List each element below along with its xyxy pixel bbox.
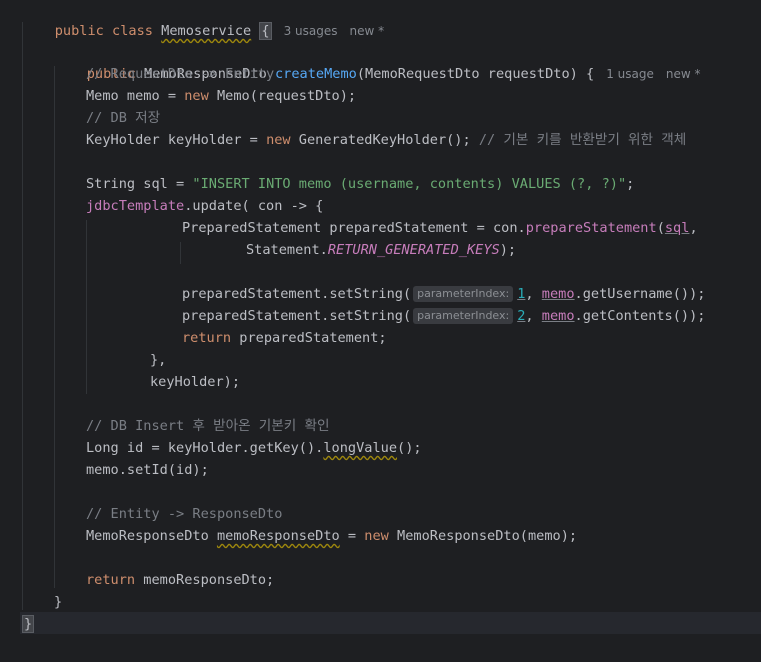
code-text: ); [499,242,517,258]
code-text: ( [656,220,665,236]
captured-variable: memo [541,286,575,302]
indent-guide [180,242,181,264]
code-text: .update( con -> { [184,198,324,214]
code-text: .getUsername()); [574,286,706,302]
usages-hint[interactable]: 1 usage [606,67,654,81]
captured-variable: memo [541,308,575,324]
code-line-return-statement[interactable]: return preparedStatement; [182,327,387,349]
keyword-new: new [364,528,389,544]
code-line-class-declaration[interactable]: public class Memoservice {3 usages new * [22,0,384,40]
code-line-response-dto[interactable]: MemoResponseDto memoResponseDto = new Me… [86,525,577,547]
code-text: , [525,286,542,302]
code-line-jdbc-update[interactable]: jdbcTemplate.update( con -> { [86,195,323,217]
author-status-hint[interactable]: new * [666,67,701,81]
keyword-new: new [266,132,291,148]
code-text: , [689,220,698,236]
code-text: GeneratedKeyHolder(); [290,132,479,148]
code-line-sql[interactable]: String sql = "INSERT INTO memo (username… [86,173,634,195]
keyword-public: public [54,23,104,39]
method-call-warning[interactable]: longValue [323,440,397,456]
code-text: memoResponseDto; [135,572,275,588]
code-editor[interactable]: public class Memoservice {3 usages new * … [0,0,761,662]
comment-line: // RequestDto -> Entity [86,66,275,82]
code-text: KeyHolder keyHolder = [86,132,267,148]
comment-line: // Entity -> ResponseDto [86,506,283,522]
method-params: (MemoRequestDto requestDto) { [356,66,595,82]
code-text: PreparedStatement preparedStatement = co… [182,220,526,236]
parameter-hint: parameterIndex: [413,286,514,302]
indent-guide [22,22,23,610]
code-text: preparedStatement; [231,330,387,346]
class-name[interactable]: Memoservice [161,23,251,39]
code-line-prepare-statement[interactable]: PreparedStatement preparedStatement = co… [182,217,698,239]
inline-comment: // 기본 키를 반환받기 위한 객체 [478,132,687,148]
code-line-return-dto[interactable]: return memoResponseDto; [86,569,274,591]
code-text: preparedStatement.setString( [182,308,412,324]
usages-hint[interactable]: 3 usages [284,24,338,38]
code-line-keyholder-arg[interactable]: keyHolder); [150,371,240,393]
parameter-hint: parameterIndex: [413,308,514,324]
code-text: Statement. [246,242,328,258]
keyword-return: return [86,572,136,588]
code-line-set-string-1[interactable]: preparedStatement.setString(parameterInd… [182,283,705,305]
gutter [0,0,20,662]
indent-guide [86,220,87,394]
code-line-keyholder[interactable]: KeyHolder keyHolder = new GeneratedKeyHo… [86,129,686,151]
class-open-brace: { [259,22,272,40]
indent-guide [54,66,55,588]
code-text: MemoResponseDto [86,528,217,544]
code-line-get-key[interactable]: Long id = keyHolder.getKey().longValue()… [86,437,422,459]
comment-line: // DB 저장 [86,110,161,126]
static-constant: RETURN_GENERATED_KEYS [327,242,500,258]
string-literal: "INSERT INTO memo (username, contents) V… [192,176,627,192]
method-call: prepareStatement [525,220,657,236]
class-close-brace: } [22,615,35,633]
code-text: (); [397,440,422,456]
code-text: Memo memo = [86,88,185,104]
code-line-lambda-close[interactable]: }, [150,349,166,371]
code-line-method-declaration[interactable]: public MemoResponseDto createMemo(MemoRe… [54,41,701,82]
code-text: = [339,528,365,544]
method-name[interactable]: createMemo [275,66,357,82]
variable-warning[interactable]: memoResponseDto [217,528,340,544]
code-line-statement-const[interactable]: Statement.RETURN_GENERATED_KEYS); [246,239,516,261]
captured-variable: sql [664,220,690,236]
code-line-class-close[interactable]: } [22,613,35,635]
keyword-class: class [112,23,153,39]
code-text: ; [626,176,635,192]
code-text: preparedStatement.setString( [182,286,412,302]
code-line-set-id[interactable]: memo.setId(id); [86,459,209,481]
field-reference: jdbcTemplate [86,198,185,214]
author-status-hint[interactable]: new * [349,24,384,38]
code-text: Memo(requestDto); [208,88,357,104]
code-text: String sql = [86,176,193,192]
code-text: , [525,308,542,324]
keyword-new: new [184,88,209,104]
comment-line: // DB Insert 후 받아온 기본키 확인 [86,418,330,434]
code-line-memo[interactable]: Memo memo = new Memo(requestDto); [86,85,356,107]
code-text: Long id = keyHolder.getKey(). [86,440,324,456]
code-text: .getContents()); [574,308,706,324]
code-line-method-close[interactable]: } [54,591,62,613]
code-line-set-string-2[interactable]: preparedStatement.setString(parameterInd… [182,305,705,327]
keyword-return: return [182,330,232,346]
code-text: MemoResponseDto(memo); [388,528,578,544]
current-line-highlight [20,612,761,634]
